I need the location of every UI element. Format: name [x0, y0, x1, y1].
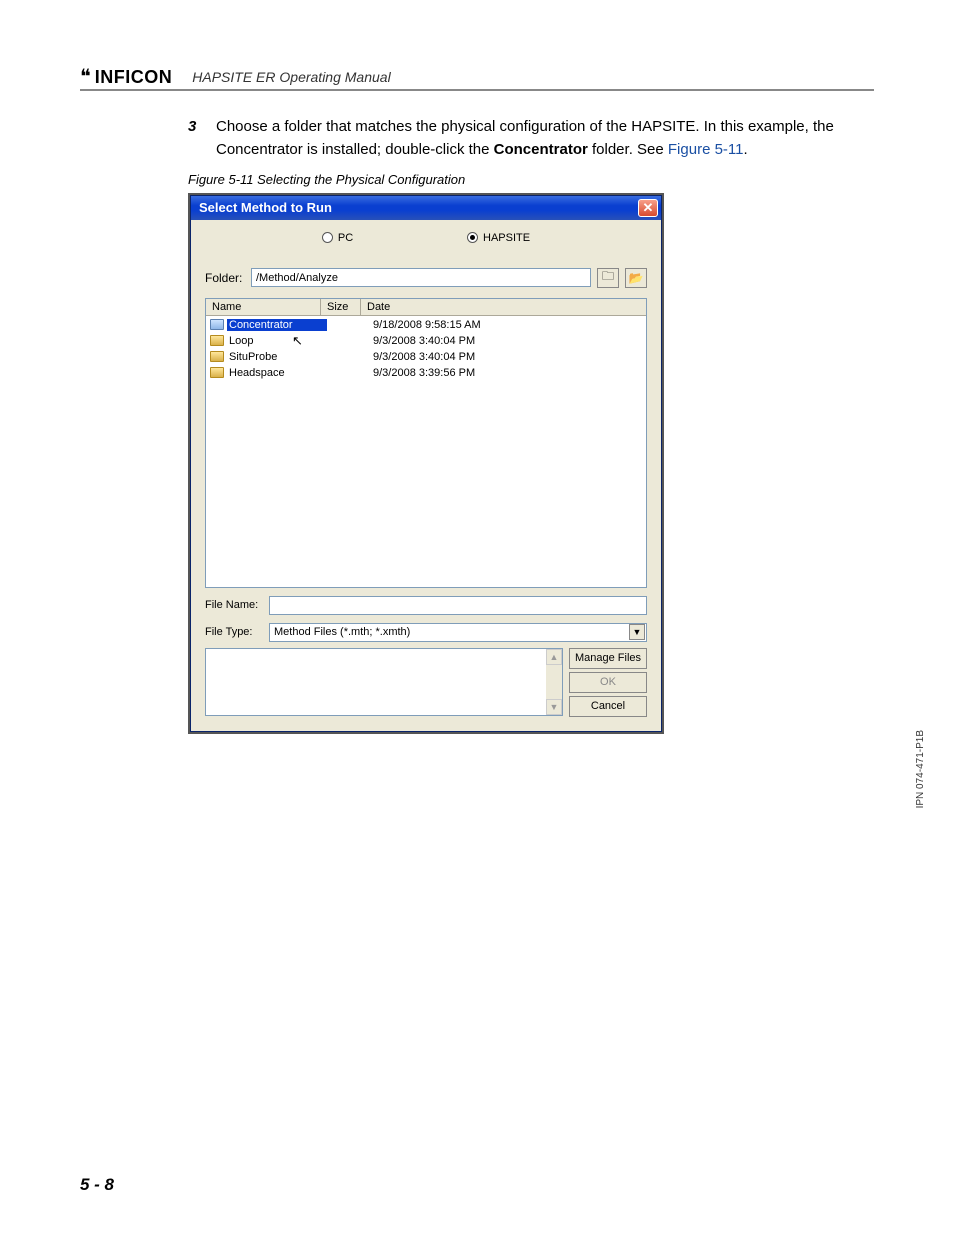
manage-files-button[interactable]: Manage Files — [569, 648, 647, 669]
file-name-label: File Name: — [205, 599, 263, 611]
file-type-label: File Type: — [205, 626, 263, 638]
file-type-select[interactable]: Method Files (*.mth; *.xmth) ▼ — [269, 623, 647, 642]
list-item[interactable]: Concentrator 9/18/2008 9:58:15 AM — [206, 317, 646, 333]
folder-path-input[interactable] — [251, 268, 591, 287]
close-button[interactable]: ✕ — [638, 199, 658, 217]
new-folder-icon: 📂 — [629, 271, 644, 285]
folder-icon — [210, 351, 224, 362]
radio-pc[interactable]: PC — [322, 232, 353, 244]
dialog-screenshot: Select Method to Run ✕ PC HAPSITE — [188, 193, 664, 734]
file-list-header: Name Size Date — [206, 299, 646, 316]
list-item[interactable]: SituProbe 9/3/2008 3:40:04 PM — [206, 349, 646, 365]
step-number: 3 — [188, 115, 202, 162]
figure-reference-link[interactable]: Figure 5-11 — [668, 141, 744, 158]
scroll-down-icon[interactable]: ▼ — [546, 699, 562, 715]
manual-title: HAPSITE ER Operating Manual — [192, 69, 390, 85]
new-folder-button[interactable]: 📂 — [625, 268, 647, 288]
file-name-input[interactable] — [269, 596, 647, 615]
col-date[interactable]: Date — [361, 299, 646, 315]
logo-text: INFICON — [95, 67, 173, 88]
step-text: Choose a folder that matches the physica… — [216, 115, 834, 162]
radio-icon — [322, 232, 333, 243]
folder-icon — [210, 367, 224, 378]
file-list[interactable]: Name Size Date Concentrator 9/18/2008 9: — [205, 298, 647, 588]
cancel-button[interactable]: Cancel — [569, 696, 647, 717]
instruction-step: 3 Choose a folder that matches the physi… — [188, 115, 834, 162]
folder-icon — [210, 335, 224, 346]
up-folder-button[interactable]: 🗀 — [597, 268, 619, 288]
dialog-titlebar[interactable]: Select Method to Run ✕ — [191, 196, 661, 220]
page-header: ❝ INFICON HAPSITE ER Operating Manual — [80, 60, 874, 91]
col-size[interactable]: Size — [321, 299, 361, 315]
cursor-icon: ↖ — [292, 333, 303, 349]
brand-logo: ❝ INFICON — [80, 64, 172, 89]
scroll-up-icon[interactable]: ▲ — [546, 649, 562, 665]
col-name[interactable]: Name — [206, 299, 321, 315]
ok-button[interactable]: OK — [569, 672, 647, 693]
dialog-title: Select Method to Run — [199, 200, 332, 215]
close-icon: ✕ — [643, 201, 654, 214]
logo-icon: ❝ — [80, 64, 91, 89]
folder-icon — [210, 319, 224, 330]
document-id: IPN 074-471-P1B — [915, 730, 926, 808]
radio-icon — [467, 232, 478, 243]
page-number: 5 - 8 — [80, 1175, 114, 1195]
up-folder-icon: 🗀 — [602, 267, 614, 288]
radio-hapsite[interactable]: HAPSITE — [467, 232, 530, 244]
figure-caption: Figure 5-11 Selecting the Physical Confi… — [188, 172, 834, 187]
folder-label: Folder: — [205, 271, 245, 285]
list-item[interactable]: Headspace 9/3/2008 3:39:56 PM — [206, 365, 646, 381]
info-box: ▲ ▼ — [205, 648, 563, 716]
chevron-down-icon: ▼ — [629, 624, 645, 640]
list-item[interactable]: Loop 9/3/2008 3:40:04 PM — [206, 333, 646, 349]
